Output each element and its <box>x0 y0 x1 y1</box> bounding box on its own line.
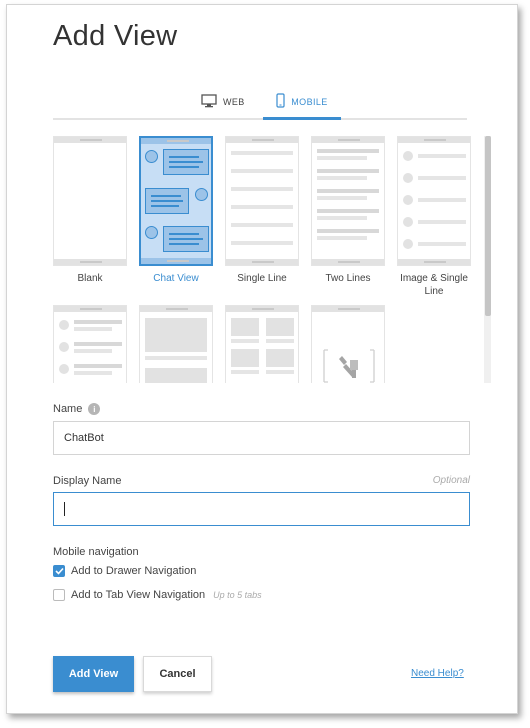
template-image-single-line[interactable]: Image & Single Line <box>397 136 471 298</box>
template-thumbnail <box>225 136 299 266</box>
template-grid[interactable] <box>225 305 299 383</box>
drawer-navigation-label: Add to Drawer Navigation <box>71 565 197 577</box>
template-label: Image & Single Line <box>400 273 468 297</box>
template-thumbnail <box>311 136 385 266</box>
template-thumbnail <box>53 136 127 266</box>
template-custom[interactable] <box>311 305 385 383</box>
name-label-row: Name i <box>53 403 101 416</box>
tab-view-navigation-label: Add to Tab View Navigation <box>71 589 206 601</box>
monitor-icon <box>201 94 217 110</box>
template-label: Blank <box>77 273 103 284</box>
drawer-navigation-option[interactable]: Add to Drawer Navigation <box>53 565 196 577</box>
cancel-button[interactable]: Cancel <box>143 656 212 692</box>
name-field-value: ChatBot <box>64 432 104 444</box>
add-view-button[interactable]: Add View <box>53 656 134 692</box>
platform-tabs: WEB MOBILE <box>53 86 467 120</box>
tab-view-navigation-checkbox[interactable] <box>53 589 65 601</box>
tab-web-label: WEB <box>223 97 245 107</box>
template-single-line[interactable]: Single Line <box>225 136 299 285</box>
template-thumbnail <box>311 305 385 383</box>
template-two-lines[interactable]: Two Lines <box>311 136 385 285</box>
display-name-label: Display Name <box>53 475 122 487</box>
wrench-icon <box>323 349 375 383</box>
dialog-title: Add View <box>53 20 178 52</box>
template-thumbnail <box>397 136 471 266</box>
template-blank[interactable]: Blank <box>53 136 127 285</box>
template-label: Two Lines <box>325 273 371 284</box>
template-thumbnail <box>53 305 127 383</box>
template-chat-view[interactable]: Chat View <box>139 136 213 285</box>
tab-view-navigation-option[interactable]: Add to Tab View Navigation Up to 5 tabs <box>53 589 262 601</box>
template-thumbnail <box>225 305 299 383</box>
mobile-phone-icon <box>276 93 285 110</box>
mobile-navigation-label: Mobile navigation <box>53 546 139 558</box>
template-card[interactable] <box>139 305 213 383</box>
tab-mobile-label: MOBILE <box>291 96 328 107</box>
template-image-two-lines[interactable] <box>53 305 127 383</box>
need-help-link[interactable]: Need Help? <box>411 668 464 679</box>
optional-hint: Optional <box>432 475 470 486</box>
tab-web[interactable]: WEB <box>201 86 245 118</box>
tab-limit-hint: Up to 5 tabs <box>213 590 262 600</box>
name-field[interactable]: ChatBot <box>53 421 470 455</box>
template-label: Single Line <box>237 273 287 284</box>
template-label: Chat View <box>153 273 199 284</box>
checkmark-icon <box>54 567 64 575</box>
text-caret <box>64 502 65 516</box>
info-icon[interactable]: i <box>88 403 101 416</box>
gallery-scrollbar-thumb[interactable] <box>485 136 491 316</box>
tab-mobile[interactable]: MOBILE <box>263 86 341 120</box>
template-thumbnail <box>139 136 213 266</box>
template-thumbnail <box>139 305 213 383</box>
name-label: Name <box>53 403 83 415</box>
drawer-navigation-checkbox[interactable] <box>53 565 65 577</box>
template-gallery: Blank Chat View Single Line Two Lines Im… <box>53 136 487 383</box>
display-name-field[interactable] <box>53 492 470 526</box>
